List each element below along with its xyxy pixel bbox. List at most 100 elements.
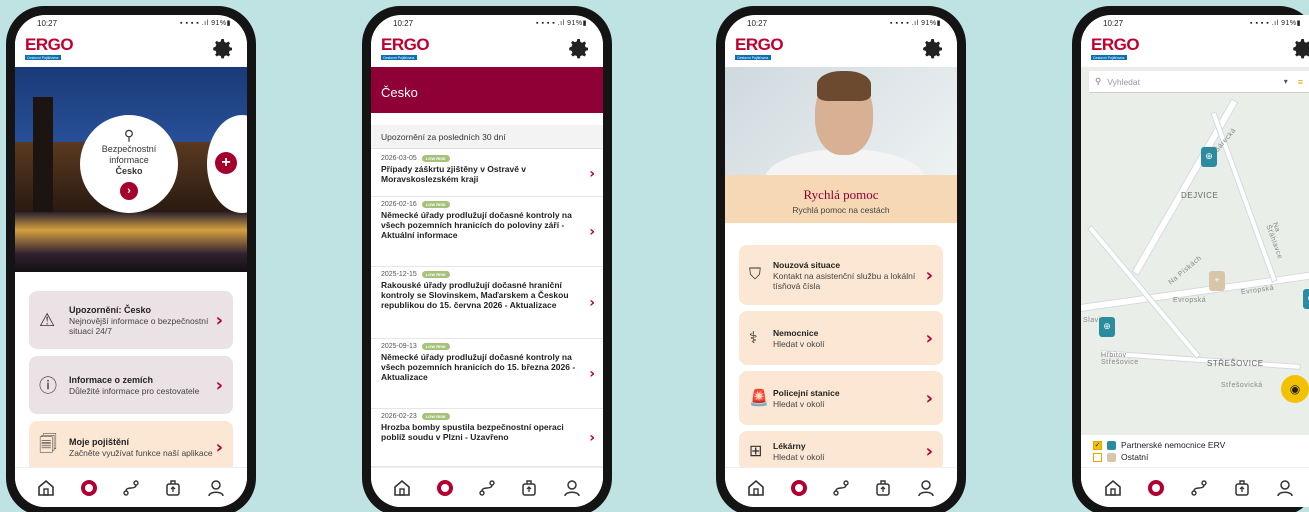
chevron-right-icon: › xyxy=(215,309,223,331)
ergo-logo[interactable]: ERGO Cestovní Pojišťovna xyxy=(25,36,74,60)
news-item[interactable]: 2025-12-15 LOW RISK Rakouské úřady prodlu… xyxy=(371,267,603,339)
news-title: Rakouské úřady prodlužují dočasné hranič… xyxy=(381,280,569,310)
search-bar[interactable]: ⚲ Vyhledat ▾ ≡ xyxy=(1089,71,1309,93)
profile-icon[interactable] xyxy=(913,475,939,501)
phone-alerts: 10:27 ▪ ▪ ▪ ▪ .ıl 91%▮ ERGO Cestovní Poj… xyxy=(362,6,612,512)
gear-icon[interactable] xyxy=(567,37,591,61)
chevron-right-icon: › xyxy=(589,365,595,382)
gear-icon[interactable] xyxy=(211,37,235,61)
status-time: 10:27 xyxy=(747,18,768,28)
logo-subtitle: Cestovní Pojišťovna xyxy=(735,55,771,60)
card-emergency[interactable]: ⛉ Nouzová situace Kontakt na asistenční … xyxy=(739,245,943,305)
circle-line2: informace xyxy=(109,155,149,165)
hospital-pin-icon[interactable]: ⊕ xyxy=(1201,147,1217,167)
other-hospital-pin-icon[interactable]: + xyxy=(1209,271,1225,291)
bottom-nav xyxy=(15,467,247,507)
card-hospital[interactable]: ⚕ Nemocnice Hledat v okolí › xyxy=(739,311,943,365)
siren-icon: 🚨 xyxy=(749,390,769,407)
card-desc: Kontakt na asistenční službu a lokální t… xyxy=(773,270,916,291)
gear-icon[interactable] xyxy=(1291,37,1309,61)
luggage-icon[interactable] xyxy=(160,475,186,501)
chevron-right-icon: › xyxy=(925,327,933,349)
news-date: 2026-02-16 xyxy=(381,201,417,208)
screen-home: 10:27 ▪ ▪ ▪ ▪ .ıl 91%▮ ERGO Cestovní Poj… xyxy=(15,15,247,507)
card-pharmacy[interactable]: ⊞ Lékárny Hledat v okolí › xyxy=(739,431,943,471)
card-my-insurance[interactable]: 🗐 Moje pojištění Začněte využívat funkce… xyxy=(29,421,233,473)
route-icon[interactable] xyxy=(118,475,144,501)
profile-icon[interactable] xyxy=(203,475,229,501)
security-info-circle[interactable]: ⚲ Bezpečnostní informace Česko › xyxy=(80,115,178,213)
news-item[interactable]: 2026-02-16 LOW RISK Německé úřady prodluž… xyxy=(371,197,603,267)
luggage-icon[interactable] xyxy=(870,475,896,501)
status-bar: 10:27 ▪ ▪ ▪ ▪ .ıl 91%▮ xyxy=(15,15,247,31)
circle-country: Česko xyxy=(115,166,143,176)
news-date: 2025-12-15 xyxy=(381,271,417,278)
news-item[interactable]: 2025-09-13 LOW RISK Německé úřady prodluž… xyxy=(371,339,603,409)
support-agent-image xyxy=(725,67,957,175)
news-title: Německé úřady prodlužují dočasné kontrol… xyxy=(381,352,576,382)
status-icons: ▪ ▪ ▪ ▪ .ıl 91%▮ xyxy=(1250,20,1301,27)
status-bar: 10:27 ▪ ▪ ▪ ▪ .ıl 91%▮ xyxy=(1081,15,1309,31)
status-time: 10:27 xyxy=(37,18,58,28)
luggage-icon[interactable] xyxy=(1229,475,1255,501)
status-time: 10:27 xyxy=(393,18,414,28)
warning-icon: ⚠ xyxy=(39,309,56,330)
lifebuoy-icon[interactable] xyxy=(786,475,812,501)
chevron-right-icon: › xyxy=(215,374,223,396)
chevron-right-icon[interactable]: › xyxy=(120,182,138,200)
news-title: Hrozba bomby spustila bezpečnostní opera… xyxy=(381,422,564,442)
route-icon[interactable] xyxy=(1186,475,1212,501)
card-title: Nemocnice xyxy=(773,327,819,338)
gear-icon[interactable] xyxy=(921,37,945,61)
map-view[interactable]: DEJVICE STŘEŠOVICE Evropská Evropská Na … xyxy=(1081,67,1309,467)
card-desc: Začněte využívat funkce naší aplikace xyxy=(69,447,213,458)
list-view-icon[interactable]: ≡ xyxy=(1298,77,1303,87)
card-country-info[interactable]: ⓘ Informace o zemích Důležité informace … xyxy=(29,356,233,414)
route-icon[interactable] xyxy=(828,475,854,501)
lifebuoy-icon[interactable] xyxy=(76,475,102,501)
risk-badge: LOW RISK xyxy=(421,343,450,350)
profile-icon[interactable] xyxy=(559,475,585,501)
card-desc: Nejnovější informace o bezpečnostní situ… xyxy=(69,315,209,336)
home-icon[interactable] xyxy=(33,475,59,501)
status-icons: ▪ ▪ ▪ ▪ .ıl 91%▮ xyxy=(180,20,231,27)
ergo-logo[interactable]: ERGO Cestovní Pojišťovna xyxy=(735,35,784,60)
phone-map: 10:27 ▪ ▪ ▪ ▪ .ıl 91%▮ ERGO Cestovní Poj… xyxy=(1072,6,1309,512)
news-item[interactable]: 2026-02-23 LOW RISK Hrozba bomby spustila… xyxy=(371,409,603,467)
locate-me-icon[interactable]: ◉ xyxy=(1281,375,1309,403)
ergo-logo[interactable]: ERGO Cestovní Pojišťovna xyxy=(381,36,430,60)
chevron-right-icon: › xyxy=(925,440,933,462)
hospital-pin-icon[interactable]: ⊕ xyxy=(1099,317,1115,337)
top-bar: ERGO Cestovní Pojišťovna xyxy=(15,31,247,67)
card-police[interactable]: 🚨 Policejní stanice Hledat v okolí › xyxy=(739,371,943,425)
profile-icon[interactable] xyxy=(1272,475,1298,501)
risk-badge: LOW RISK xyxy=(421,271,450,278)
checkbox-checked[interactable]: ✓ xyxy=(1093,440,1102,450)
ergo-logo[interactable]: ERGO Cestovní Pojišťovna xyxy=(1091,36,1140,60)
map-label: STŘEŠOVICE xyxy=(1207,359,1264,368)
news-item[interactable]: 2026-03-05 LOW RISK Případy záškrtu zjišt… xyxy=(371,151,603,197)
page-title: Česko xyxy=(371,67,603,113)
lifebuoy-icon[interactable] xyxy=(432,475,458,501)
route-icon[interactable] xyxy=(474,475,500,501)
bottom-nav xyxy=(1081,467,1309,507)
chevron-down-icon[interactable]: ▾ xyxy=(1284,77,1288,86)
chevron-right-icon: › xyxy=(589,429,595,446)
legend-item-partner[interactable]: ✓ Partnerské nemocnice ERV xyxy=(1093,439,1305,451)
card-title: Nouzová situace xyxy=(773,259,841,270)
checkbox-unchecked[interactable] xyxy=(1093,452,1102,462)
search-input[interactable]: Vyhledat xyxy=(1107,77,1140,87)
plus-icon[interactable]: + xyxy=(215,152,237,174)
home-icon[interactable] xyxy=(743,475,769,501)
hospital-pin-icon[interactable]: ⊕ xyxy=(1303,289,1309,309)
home-icon[interactable] xyxy=(1100,475,1126,501)
luggage-icon[interactable] xyxy=(516,475,542,501)
home-icon[interactable] xyxy=(389,475,415,501)
screen-map: 10:27 ▪ ▪ ▪ ▪ .ıl 91%▮ ERGO Cestovní Poj… xyxy=(1081,15,1309,507)
chevron-right-icon: › xyxy=(589,223,595,240)
card-alerts[interactable]: ⚠ Upozornění: Česko Nejnovější informace… xyxy=(29,291,233,349)
logo-word: ERGO xyxy=(735,35,784,54)
lifebuoy-icon[interactable] xyxy=(1143,475,1169,501)
map-road xyxy=(1210,111,1278,283)
legend-item-other[interactable]: Ostatní xyxy=(1093,451,1305,463)
